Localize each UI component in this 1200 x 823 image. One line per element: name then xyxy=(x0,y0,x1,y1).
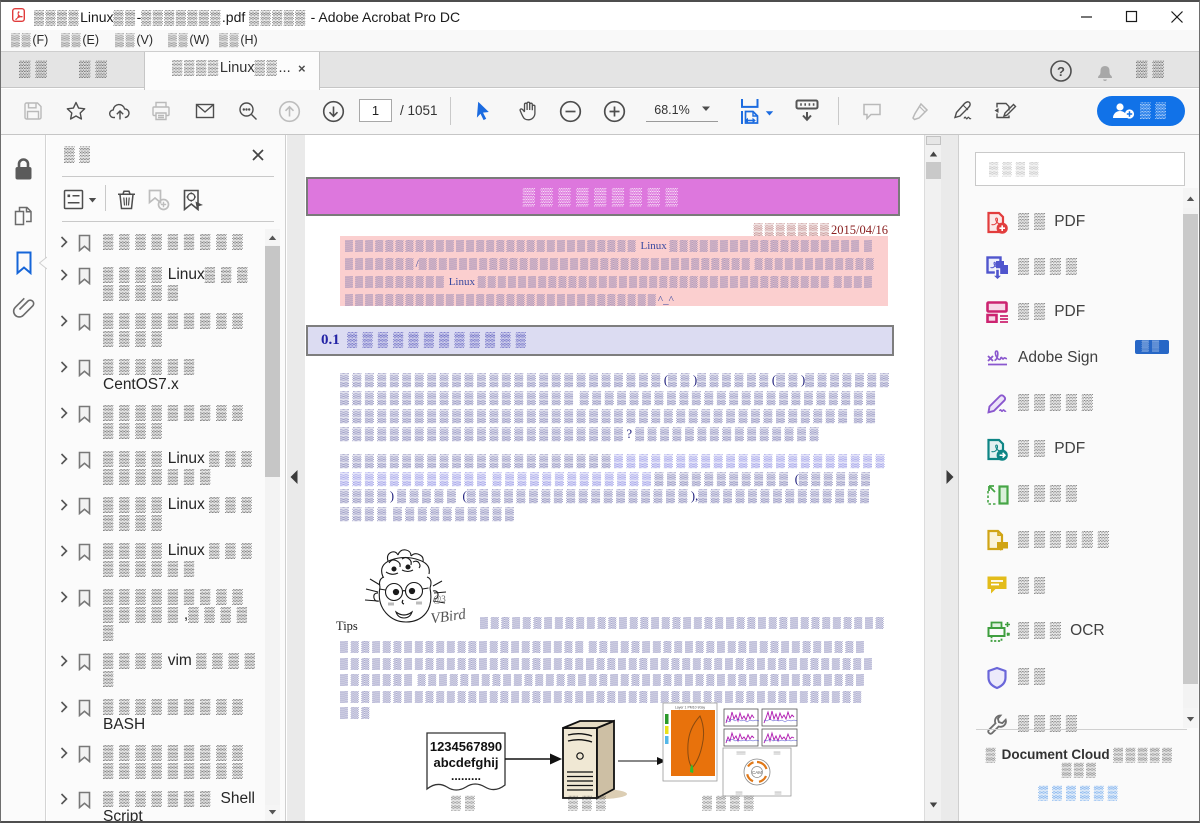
svg-text:CAM: CAM xyxy=(752,770,762,775)
svg-text:▒▒▒: ▒▒▒ xyxy=(775,791,783,795)
svg-text:abcdefghij: abcdefghij xyxy=(433,755,498,770)
svg-text:?: ? xyxy=(1057,64,1065,79)
svg-text:1234567890: 1234567890 xyxy=(430,739,502,754)
svg-text:▒▒▒▒: ▒▒▒▒ xyxy=(736,751,746,755)
svg-text:.........: ......... xyxy=(451,769,481,783)
svg-text:Layer 1 PM10 t/day: Layer 1 PM10 t/day xyxy=(675,706,706,710)
svg-text:▒▒▒: ▒▒▒ xyxy=(774,751,782,755)
svg-text:VBird: VBird xyxy=(431,607,467,628)
svg-text:@3: @3 xyxy=(433,594,446,604)
